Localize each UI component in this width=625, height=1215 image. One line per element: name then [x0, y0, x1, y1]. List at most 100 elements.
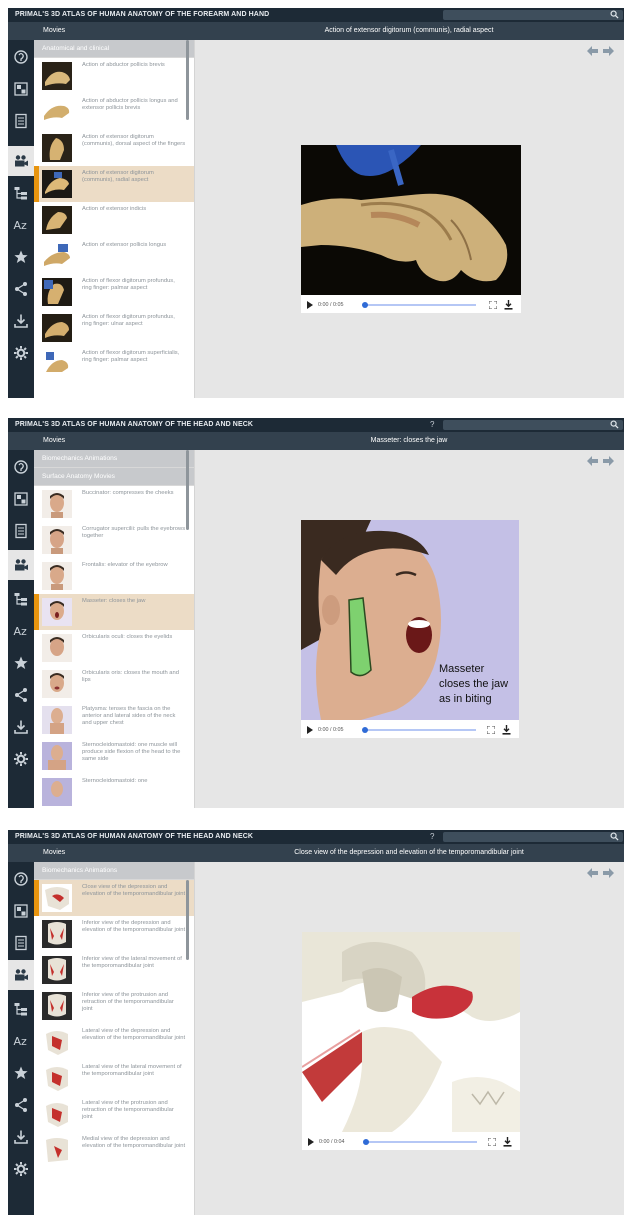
search-input[interactable]	[443, 420, 623, 430]
list-item[interactable]: Action of extensor pollicis longus	[34, 238, 194, 274]
list-item-label: Buccinator: compresses the cheeks	[82, 490, 174, 496]
category-header[interactable]: Biomechanics Animations	[34, 862, 194, 880]
forward-arrow-icon[interactable]	[602, 455, 615, 467]
scrollbar[interactable]	[186, 450, 189, 530]
ear-icon[interactable]	[8, 864, 34, 894]
category-header[interactable]: Surface Anatomy Movies	[34, 468, 194, 486]
skull-thumbnail	[42, 920, 72, 948]
back-arrow-icon[interactable]	[586, 455, 599, 467]
tree-icon[interactable]	[8, 178, 34, 208]
video-camera-icon[interactable]	[8, 146, 34, 176]
share-icon[interactable]	[8, 274, 34, 304]
book-icon[interactable]	[8, 516, 34, 546]
download-icon[interactable]	[8, 1122, 34, 1152]
list-item[interactable]: Inferior view of the depression and elev…	[34, 916, 194, 952]
scrollbar[interactable]	[186, 40, 189, 120]
list-item[interactable]: Inferior view of the lateral movement of…	[34, 952, 194, 988]
list-item[interactable]: Buccinator: compresses the cheeks	[34, 486, 194, 522]
share-icon[interactable]	[8, 1090, 34, 1120]
download-icon[interactable]	[8, 712, 34, 742]
list-item[interactable]: Sternocleidomastoid: one muscle will pro…	[34, 738, 194, 774]
list-item[interactable]: Sternocleidomastoid: one	[34, 774, 194, 808]
progress-bar[interactable]	[363, 1139, 477, 1145]
list-item[interactable]: Action of flexor digitorum profundus, ri…	[34, 310, 194, 346]
category-header[interactable]: Biomechanics Animations	[34, 450, 194, 468]
list-item[interactable]: Action of abductor pollicis longus and e…	[34, 94, 194, 130]
list-item[interactable]: Frontalis: elevator of the eyebrow	[34, 558, 194, 594]
list-item-selected[interactable]: Action of extensor digitorum (communis),…	[34, 166, 194, 202]
diagram-icon[interactable]	[8, 74, 34, 104]
list-item[interactable]: Action of extensor digitorum (communis),…	[34, 130, 194, 166]
gear-icon[interactable]	[8, 338, 34, 368]
tree-icon[interactable]	[8, 584, 34, 614]
ear-icon[interactable]	[8, 42, 34, 72]
progress-handle[interactable]	[362, 727, 368, 733]
list-item[interactable]: Action of extensor indicis	[34, 202, 194, 238]
list-item[interactable]: Action of flexor digitorum superficialis…	[34, 346, 194, 382]
list-item[interactable]: Lateral view of the protrusion and retra…	[34, 1096, 194, 1132]
list-item-selected[interactable]: Masseter: closes the jaw	[34, 594, 194, 630]
progress-handle[interactable]	[362, 302, 368, 308]
list-item[interactable]: Action of flexor digitorum profundus, ri…	[34, 274, 194, 310]
list-item[interactable]: Orbicularis oculi: closes the eyelids	[34, 630, 194, 666]
az-icon[interactable]	[8, 616, 34, 646]
section-label: Movies	[43, 849, 66, 856]
history-nav	[586, 455, 616, 467]
progress-bar[interactable]	[362, 302, 476, 308]
list-item[interactable]: Medial view of the depression and elevat…	[34, 1132, 194, 1168]
book-icon[interactable]	[8, 106, 34, 136]
category-header[interactable]: Anatomical and clinical	[34, 40, 194, 58]
diagram-icon[interactable]	[8, 484, 34, 514]
search-input[interactable]	[443, 10, 623, 20]
search-icon[interactable]	[610, 10, 619, 19]
side-rail	[8, 450, 34, 808]
video-player[interactable]: Masseter closes the jaw as in biting 0:0…	[301, 520, 519, 738]
share-icon[interactable]	[8, 680, 34, 710]
download-video-icon[interactable]	[504, 300, 513, 310]
play-icon[interactable]	[308, 1138, 314, 1146]
video-player[interactable]: 0:00 / 0:05	[301, 145, 521, 313]
fullscreen-icon[interactable]	[487, 726, 495, 734]
gear-icon[interactable]	[8, 744, 34, 774]
download-video-icon[interactable]	[503, 1137, 512, 1147]
list-item[interactable]: Inferior view of the protrusion and retr…	[34, 988, 194, 1024]
diagram-icon[interactable]	[8, 896, 34, 926]
video-camera-icon[interactable]	[8, 550, 34, 580]
search-icon[interactable]	[610, 420, 619, 429]
fullscreen-icon[interactable]	[488, 1138, 496, 1146]
forward-arrow-icon[interactable]	[602, 45, 615, 57]
scrollbar[interactable]	[186, 880, 189, 960]
progress-handle[interactable]	[363, 1139, 369, 1145]
gear-icon[interactable]	[8, 1154, 34, 1184]
az-icon[interactable]	[8, 1026, 34, 1056]
search-input[interactable]	[443, 832, 623, 842]
list-item-selected[interactable]: Close view of the depression and elevati…	[34, 880, 194, 916]
list-item[interactable]: Orbicularis oris: closes the mouth and l…	[34, 666, 194, 702]
play-icon[interactable]	[307, 726, 313, 734]
progress-bar[interactable]	[362, 727, 476, 733]
back-arrow-icon[interactable]	[586, 867, 599, 879]
list-item[interactable]: Lateral view of the depression and eleva…	[34, 1024, 194, 1060]
book-icon[interactable]	[8, 928, 34, 958]
forward-arrow-icon[interactable]	[602, 867, 615, 879]
download-icon[interactable]	[8, 306, 34, 336]
fullscreen-icon[interactable]	[489, 301, 497, 309]
az-icon[interactable]	[8, 210, 34, 240]
ear-icon[interactable]	[8, 452, 34, 482]
tree-icon[interactable]	[8, 994, 34, 1024]
help-button[interactable]: ?	[430, 832, 434, 841]
list-item[interactable]: Action of abductor pollicis brevis	[34, 58, 194, 94]
back-arrow-icon[interactable]	[586, 45, 599, 57]
star-icon[interactable]	[8, 242, 34, 272]
list-item[interactable]: Lateral view of the lateral movement of …	[34, 1060, 194, 1096]
star-icon[interactable]	[8, 648, 34, 678]
download-video-icon[interactable]	[502, 725, 511, 735]
help-button[interactable]: ?	[430, 420, 434, 429]
video-camera-icon[interactable]	[8, 960, 34, 990]
star-icon[interactable]	[8, 1058, 34, 1088]
list-item[interactable]: Platysma: tenses the fascia on the anter…	[34, 702, 194, 738]
search-icon[interactable]	[610, 832, 619, 841]
play-icon[interactable]	[307, 301, 313, 309]
list-item[interactable]: Corrugator supercilii: pulls the eyebrow…	[34, 522, 194, 558]
video-player[interactable]: 0:00 / 0:04	[302, 932, 520, 1150]
